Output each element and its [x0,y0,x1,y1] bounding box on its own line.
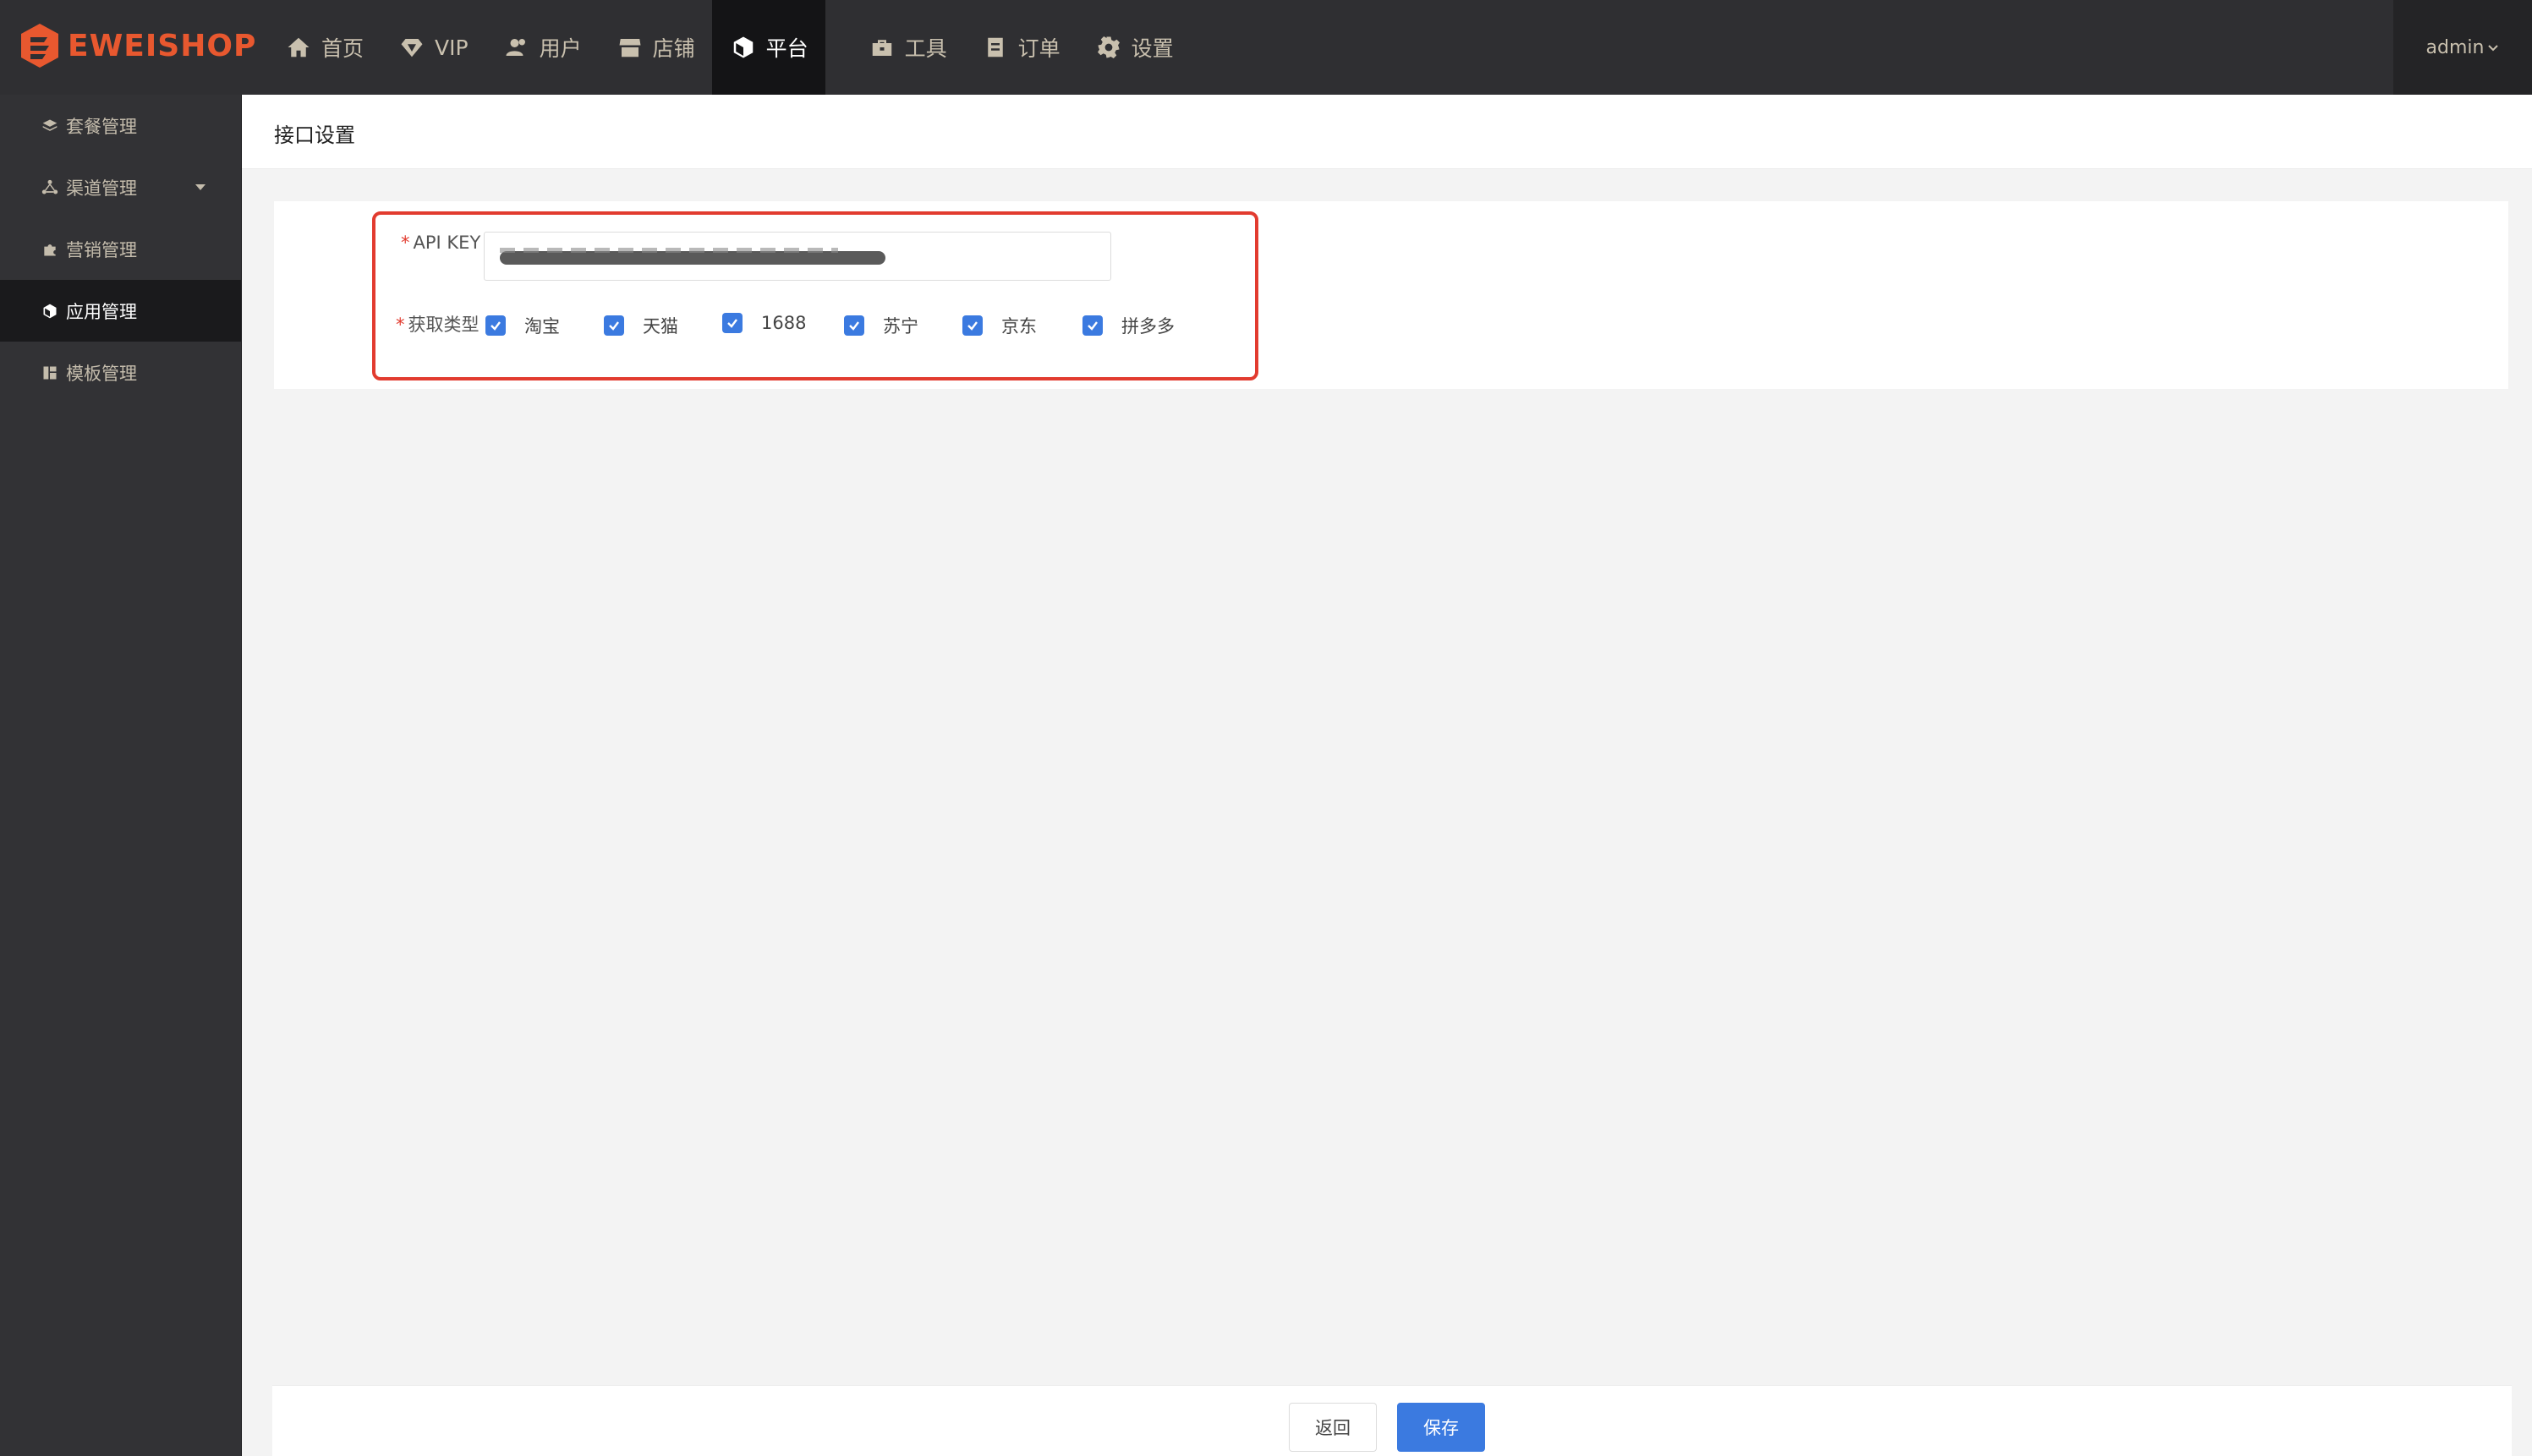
template-icon [41,364,59,382]
nav-item-platform[interactable]: 平台 [711,0,825,95]
checkbox-tmall[interactable]: 天猫 [604,313,678,338]
sidebar-item-templates[interactable]: 模板管理 [0,342,241,403]
caret-down-icon[interactable] [195,184,206,190]
page-header: 接口设置 [242,95,2532,169]
nav-item-store[interactable]: 店铺 [599,0,712,95]
page-title: 接口设置 [274,123,355,147]
puzzle-icon [41,240,59,259]
form-footer: 返回 保存 [272,1385,2512,1456]
nav-item-label: 平台 [765,36,808,61]
brand-logo[interactable]: EWEISHOP [19,20,256,71]
nav-item-label: 店铺 [652,36,695,61]
sidebar-item-channels[interactable]: 渠道管理 [0,156,241,218]
cube-icon [729,33,758,62]
logo-icon [21,24,58,68]
sidebar-item-label: 套餐管理 [66,116,137,137]
nav-item-users[interactable]: 用户 [485,0,599,95]
gear-icon [1094,33,1123,62]
nav-item-tools[interactable]: 工具 [851,0,964,95]
settings-form: * API KEY * 获取类型 淘宝 天猫 1688 苏宁 京东 拼多多 [274,201,2508,389]
nav-item-label: 用户 [539,36,582,61]
checkbox-pinduoduo[interactable]: 拼多多 [1082,313,1175,338]
nav-item-vip[interactable]: VIP [381,0,485,95]
masked-value [500,248,885,265]
sidebar-item-label: 营销管理 [66,239,137,260]
api-key-input[interactable] [484,232,1111,281]
nav-item-label: VIP [435,35,469,60]
nav-item-label: 工具 [904,36,947,61]
required-mark: * [396,315,405,335]
main-nav: 首页 VIP 用户 店铺 平台 工具 订单 设置 [267,0,1191,95]
save-button[interactable]: 保存 [1397,1403,1485,1452]
username: admin [2425,36,2485,58]
back-button[interactable]: 返回 [1289,1403,1377,1452]
sidebar-item-apps[interactable]: 应用管理 [0,280,241,342]
chevron-down-icon [2488,45,2499,52]
sidebar-item-label: 应用管理 [66,301,137,322]
checkbox-checked-icon [962,315,983,336]
nav-item-orders[interactable]: 订单 [964,0,1077,95]
home-icon [284,33,313,62]
checkbox-checked-icon [722,313,743,333]
checkbox-taobao[interactable]: 淘宝 [485,313,560,338]
checkbox-checked-icon [844,315,864,336]
sidebar-item-packages[interactable]: 套餐管理 [0,95,241,156]
cube-icon [41,302,59,320]
share-icon [41,178,59,197]
document-icon [981,33,1010,62]
checkbox-checked-icon [1082,315,1103,336]
users-icon [502,33,531,62]
fetch-type-label: * 获取类型 [396,315,480,335]
checkbox-1688[interactable]: 1688 [722,313,806,333]
sidebar-item-marketing[interactable]: 营销管理 [0,218,241,280]
top-navbar: EWEISHOP 首页 VIP 用户 店铺 平台 工具 订单 设置 admin [0,0,2532,95]
brand-name: EWEISHOP [68,28,257,63]
checkbox-checked-icon [485,315,506,336]
store-icon [616,33,644,62]
checkbox-jd[interactable]: 京东 [962,313,1037,338]
layers-icon [41,117,59,135]
nav-item-label: 设置 [1131,36,1174,61]
sidebar: 套餐管理 渠道管理 营销管理 应用管理 模板管理 [0,95,242,1456]
required-mark: * [401,233,410,253]
checkbox-suning[interactable]: 苏宁 [844,313,918,338]
toolbox-icon [868,33,896,62]
main-content: 接口设置 * API KEY * 获取类型 淘宝 天猫 1688 苏宁 京东 拼… [242,95,2532,1456]
user-menu[interactable]: admin [2393,0,2532,95]
nav-item-home[interactable]: 首页 [267,0,381,95]
sidebar-item-label: 渠道管理 [66,178,137,199]
sidebar-item-label: 模板管理 [66,363,137,384]
nav-item-settings[interactable]: 设置 [1077,0,1191,95]
api-key-label: * API KEY [401,233,481,253]
nav-item-label: 首页 [321,36,364,61]
checkbox-checked-icon [604,315,624,336]
diamond-icon [397,33,426,62]
nav-item-label: 订单 [1017,36,1060,61]
